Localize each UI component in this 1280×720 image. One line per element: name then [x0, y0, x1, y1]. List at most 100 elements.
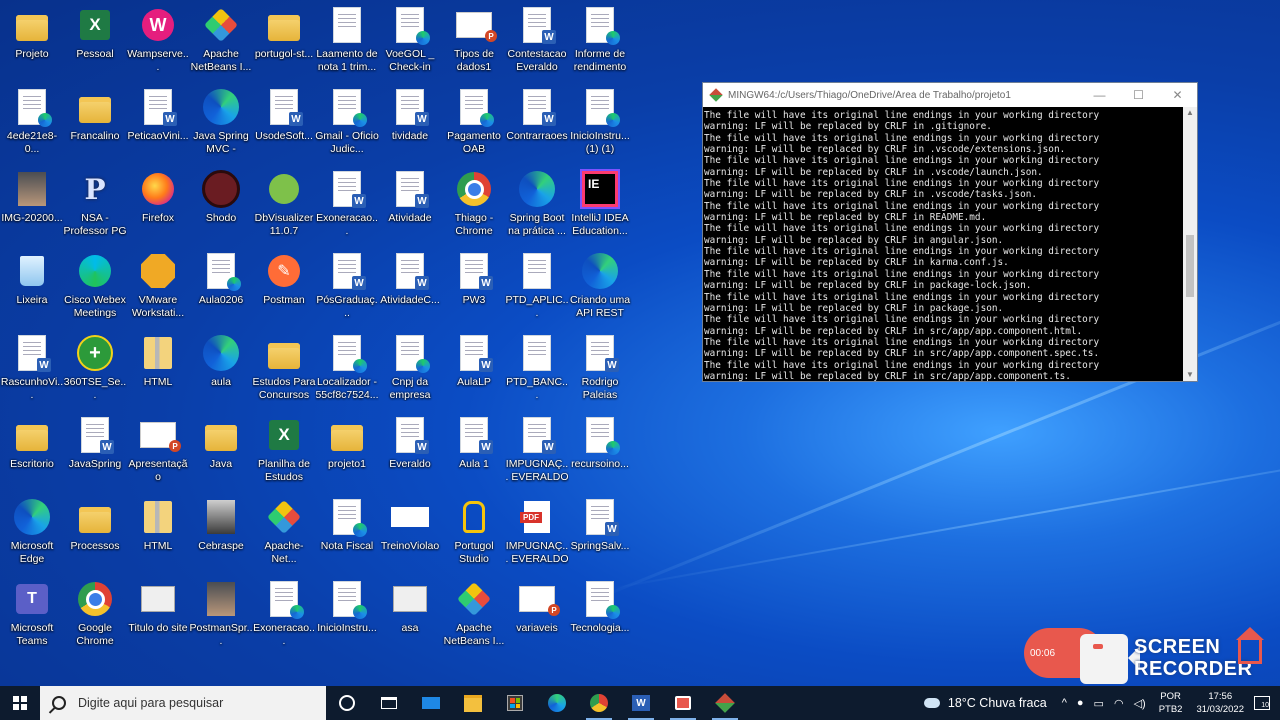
terminal-scrollbar[interactable]: ▲ ▼: [1183, 107, 1197, 381]
desktop-icon[interactable]: RascunhoVi...: [0, 328, 64, 406]
desktop-icon[interactable]: Processos: [63, 492, 127, 570]
desktop-icon[interactable]: Contestacao Everaldo: [505, 0, 569, 78]
desktop-icon[interactable]: aula: [189, 328, 253, 406]
minimize-button[interactable]: —: [1080, 83, 1119, 107]
desktop-icon[interactable]: IE IntelliJ IDEA Education...: [568, 164, 632, 242]
desktop-icon[interactable]: Projeto: [0, 0, 64, 78]
desktop-icon[interactable]: Criando uma API REST co...: [568, 246, 632, 324]
cortana-button[interactable]: [326, 686, 368, 720]
desktop-icon[interactable]: portugol-st...: [252, 0, 316, 78]
desktop-icon[interactable]: projeto1: [315, 410, 379, 488]
desktop-icon[interactable]: Apache-Net...: [252, 492, 316, 570]
desktop-icon[interactable]: recursoino...: [568, 410, 632, 488]
desktop-icon[interactable]: PTD_APLIC...: [505, 246, 569, 324]
wifi-icon[interactable]: ◠: [1114, 697, 1124, 710]
desktop-icon[interactable]: Atividade: [378, 164, 442, 242]
desktop-icon[interactable]: InicioInstru... (1) (1): [568, 82, 632, 160]
desktop-icon[interactable]: JavaSpring: [63, 410, 127, 488]
desktop-icon[interactable]: PDF IMPUGNAÇ... EVERALDO: [505, 492, 569, 570]
notification-center-icon[interactable]: 10: [1254, 696, 1270, 710]
desktop-icon[interactable]: Nota Fiscal: [315, 492, 379, 570]
desktop-icon[interactable]: PeticaoVini...: [126, 82, 190, 160]
desktop-icon[interactable]: Cisco Webex Meetings: [63, 246, 127, 324]
desktop-icon[interactable]: Exoneracao...: [315, 164, 379, 242]
desktop-icon[interactable]: tividade: [378, 82, 442, 160]
desktop-icon[interactable]: Shodo: [189, 164, 253, 242]
desktop-icon[interactable]: HTML: [126, 328, 190, 406]
git-bash-window[interactable]: MINGW64:/c/Users/Thiago/OneDrive/Área de…: [702, 82, 1198, 382]
desktop-icon[interactable]: HTML: [126, 492, 190, 570]
desktop-icon[interactable]: InicioInstru...: [315, 574, 379, 652]
taskbar-chrome[interactable]: [578, 686, 620, 720]
desktop-icon[interactable]: Pagamento OAB: [442, 82, 506, 160]
desktop-icon[interactable]: P NSA - Professor PG: [63, 164, 127, 242]
scrollbar-thumb[interactable]: [1186, 235, 1194, 297]
desktop-icon[interactable]: Apache NetBeans I...: [442, 574, 506, 652]
taskbar-edge[interactable]: [536, 686, 578, 720]
terminal-output[interactable]: The file will have its original line end…: [703, 107, 1183, 381]
window-titlebar[interactable]: MINGW64:/c/Users/Thiago/OneDrive/Área de…: [703, 83, 1197, 107]
weather-widget[interactable]: 18°C Chuva fraca: [923, 696, 1047, 710]
desktop-icon[interactable]: Aula 1: [442, 410, 506, 488]
desktop-icon[interactable]: DbVisualizer 11.0.7: [252, 164, 316, 242]
desktop-icon[interactable]: VoeGOL _ Check-in: [378, 0, 442, 78]
language-indicator[interactable]: POR PTB2: [1159, 690, 1183, 716]
taskbar-mail[interactable]: [410, 686, 452, 720]
desktop-icon[interactable]: Spring Boot na prática ...: [505, 164, 569, 242]
desktop-icon[interactable]: Portugol Studio: [442, 492, 506, 570]
desktop-icon[interactable]: X Planilha de Estudos: [252, 410, 316, 488]
home-icon[interactable]: [1236, 627, 1264, 664]
desktop-icon[interactable]: Thiago - Chrome: [442, 164, 506, 242]
desktop-icon[interactable]: asa: [378, 574, 442, 652]
taskbar-search-box[interactable]: Digite aqui para pesquisar: [40, 686, 326, 720]
desktop-icon[interactable]: X Pessoal: [63, 0, 127, 78]
clock[interactable]: 17:56 31/03/2022: [1196, 690, 1244, 716]
volume-icon[interactable]: ◁): [1134, 697, 1146, 710]
desktop-icon[interactable]: IMPUGNAÇ... EVERALDO: [505, 410, 569, 488]
desktop-icon[interactable]: VMware Workstati...: [126, 246, 190, 324]
taskbar-word[interactable]: W: [620, 686, 662, 720]
desktop-icon[interactable]: PTD_BANC...: [505, 328, 569, 406]
desktop-icon[interactable]: Everaldo: [378, 410, 442, 488]
desktop-icon[interactable]: Cebraspe: [189, 492, 253, 570]
desktop-icon[interactable]: Microsoft Edge: [0, 492, 64, 570]
desktop-icon[interactable]: Apresentação: [126, 410, 190, 488]
desktop-icon[interactable]: 4ede21e8-0...: [0, 82, 64, 160]
desktop-icon[interactable]: AtividadeC...: [378, 246, 442, 324]
desktop-icon[interactable]: PostmanSpr...: [189, 574, 253, 652]
taskbar-screen-recorder[interactable]: [662, 686, 704, 720]
close-button[interactable]: ✕: [1158, 83, 1197, 107]
desktop-icon[interactable]: SpringSalv...: [568, 492, 632, 570]
desktop-icon[interactable]: Cnpj da empresa: [378, 328, 442, 406]
desktop-icon[interactable]: Java Spring MVC - Crian...: [189, 82, 253, 160]
desktop-icon[interactable]: Tipos de dados1: [442, 0, 506, 78]
desktop-icon[interactable]: variaveis: [505, 574, 569, 652]
desktop-icon[interactable]: Gmail - Oficio Judic...: [315, 82, 379, 160]
desktop-icon[interactable]: IMG-20200...: [0, 164, 64, 242]
taskbar-store[interactable]: [494, 686, 536, 720]
desktop-icon[interactable]: Firefox: [126, 164, 190, 242]
desktop-icon[interactable]: Francalino: [63, 82, 127, 160]
chevron-up-icon[interactable]: ^: [1062, 697, 1067, 709]
desktop-icon[interactable]: PósGraduaç...: [315, 246, 379, 324]
desktop-icon[interactable]: W Wampserve...: [126, 0, 190, 78]
maximize-button[interactable]: ☐: [1119, 83, 1158, 107]
screen-recorder-overlay[interactable]: 00:06 SCREEN RECORDER: [1022, 627, 1280, 686]
task-view-button[interactable]: [368, 686, 410, 720]
desktop-icon[interactable]: +360TSE_Se...: [63, 328, 127, 406]
desktop-icon[interactable]: Titulo do site: [126, 574, 190, 652]
desktop-icon[interactable]: UsodeSoft...: [252, 82, 316, 160]
desktop-icon[interactable]: Estudos Para Concursos: [252, 328, 316, 406]
desktop-icon[interactable]: Exoneracao...: [252, 574, 316, 652]
desktop-icon[interactable]: AulaLP: [442, 328, 506, 406]
desktop-icon[interactable]: Java: [189, 410, 253, 488]
desktop-icon[interactable]: PW3: [442, 246, 506, 324]
desktop-icon[interactable]: Tecnologia...: [568, 574, 632, 652]
desktop-icon[interactable]: TreinoViolao: [378, 492, 442, 570]
desktop-icon[interactable]: Laamento de nota 1 trim...: [315, 0, 379, 78]
start-button[interactable]: [0, 686, 40, 720]
desktop-icon[interactable]: Aula0206: [189, 246, 253, 324]
desktop-icon[interactable]: Apache NetBeans I...: [189, 0, 253, 78]
desktop-icon[interactable]: Escritorio: [0, 410, 64, 488]
desktop-icon[interactable]: Informe de rendimento: [568, 0, 632, 78]
